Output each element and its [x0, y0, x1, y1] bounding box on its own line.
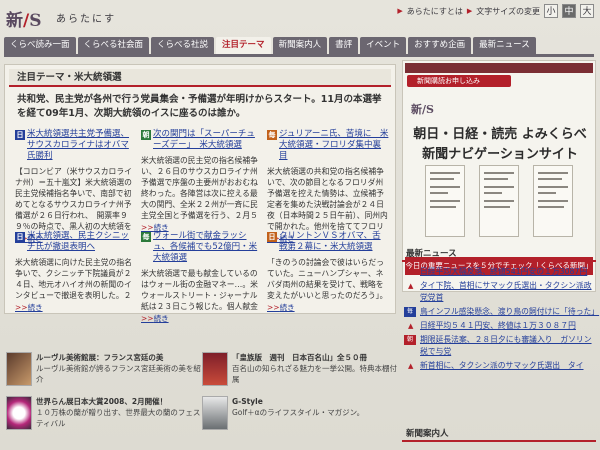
newspaper-source-icon: 毎 [404, 307, 416, 317]
article-title-link[interactable]: 日 米大統領選、民主クシニッチ氏が撤退表明へ [15, 231, 137, 253]
main-column: 注目テーマ・米大統領選 共和党、民主党が各州で行う党員集会・予備選が年明けからス… [4, 60, 397, 450]
article-title-link[interactable]: 毎 ジュリアーニ氏、苦境に 米大統領選・フロリダ集中裏目 [267, 129, 389, 162]
article-title-link[interactable]: 日 クリントンＶＳオバマ、舌戦第２幕に・米大統領選 [267, 231, 389, 253]
tab-editorials[interactable]: くらべる社説 [151, 37, 215, 54]
article-summary: 米大統領選で最も献金しているのはウォール街の金融マネー…。米ウォールストリート・… [141, 269, 258, 311]
tab-recommended[interactable]: おすすめ企画 [408, 37, 472, 54]
bullet-arrow-icon: ▲ [408, 282, 414, 290]
read-more-link[interactable]: >>続き [267, 302, 389, 313]
news-item[interactable]: ▲ タイ下院、首相にサマック氏選出・タクシン派政党党首 [402, 280, 596, 304]
arrow-icon: ▶ [397, 7, 403, 15]
browser-screen: 新/S あらたにす ▶ あらたにすとは ▶ 文字サイズの変更 小 中 大 くらべ… [0, 0, 600, 450]
article-card: 日 クリントンＶＳオバマ、舌戦第２幕に・米大統領選 「きのうの討論会で彼はいらだ… [267, 231, 389, 313]
news-item[interactable]: 朝 期限延長法案、２８日夕にも審議入り ガソリン税で与党 [402, 334, 596, 358]
featured-theme-panel: 注目テーマ・米大統領選 共和党、民主党が各州で行う党員集会・予備選が年明けからス… [4, 64, 396, 323]
article-summary: 「きのうの討論会で彼はいらだっていた。ニューハンプシャー、ネバダ両州の結果を受け… [267, 258, 388, 300]
ad-headline: 朝日・日経・読売 よみくらべ [413, 127, 587, 142]
newspaper-source-icon: 毎 [267, 130, 277, 140]
tab-front-page[interactable]: くらべ読み一面 [4, 37, 76, 54]
article-title-link[interactable]: 日 米大統領選共主党予備選、サウスカロライナはオバマ氏勝利 [15, 129, 137, 162]
newspaper-source-icon: 日 [267, 232, 277, 242]
article-title-link[interactable]: 朝 次の関門は「スーパーチューズデー」 米大統領選 [141, 129, 263, 151]
article-card: 日 米大統領選共主党予備選、サウスカロライナはオバマ氏勝利 【コロンビア（米サウ… [15, 129, 137, 244]
site-header: 新/S あらたにす ▶ あらたにすとは ▶ 文字サイズの変更 小 中 大 [0, 0, 600, 36]
painting-thumbnail [6, 352, 32, 386]
ad-top-stripe [405, 63, 593, 73]
latest-news-heading: 最新ニュース [402, 248, 596, 262]
promo-item[interactable]: 「皇族版 週刊 日本百名山」全５０冊 百名山の知られざる魅力を一挙公開。特典本棚… [202, 352, 397, 392]
book-thumbnail [202, 352, 228, 386]
ad-subheadline: 新聞ナビゲーションサイト [422, 147, 578, 162]
news-item[interactable]: ▲ 日経平均大幅反落、終値541円安の１万3087円 [402, 266, 596, 278]
newspaper-source-icon: 日 [15, 130, 25, 140]
article-title-link[interactable]: 毎 ウォール街で献金ラッシュ、各候補でも52億円・米大統領選 [141, 231, 263, 264]
article-card: 毎 ウォール街で献金ラッシュ、各候補でも52億円・米大統領選 米大統領選で最も献… [141, 231, 263, 324]
orchid-thumbnail [6, 396, 32, 430]
newspaper-source-icon: 朝 [141, 130, 151, 140]
read-more-link[interactable]: >>続き [15, 302, 137, 313]
bullet-arrow-icon: ▲ [408, 362, 414, 370]
main-nav: くらべ読み一面 くらべる社会面 くらべる社説 注目テーマ 新聞案内人 書評 イベ… [4, 37, 594, 54]
tab-newspaper-guide[interactable]: 新聞案内人 [272, 37, 328, 54]
promo-item[interactable]: ルーヴル美術館展：フランス宮廷の美 ルーヴル美術館が誇るフランス宮廷美術の美を紹… [6, 352, 201, 392]
about-link[interactable]: あらたにすとは [407, 6, 463, 17]
font-size-medium-button[interactable]: 中 [562, 4, 576, 18]
font-size-label: 文字サイズの変更 [476, 6, 540, 16]
newspaper-source-icon: 毎 [141, 232, 151, 242]
font-size-small-button[interactable]: 小 [544, 4, 558, 18]
arrow-icon: ▶ [466, 7, 473, 15]
newspaper-guide-heading: 新聞案内人 [402, 428, 596, 442]
news-item[interactable]: 毎 鳥インフル感染懸念、渡り鳥の飼付けに「待った」 [402, 306, 599, 318]
tab-society[interactable]: くらべる社会面 [77, 37, 150, 54]
sidebar: 新聞購読お申し込み 新/S 朝日・日経・読売 よみくらべ 新聞ナビゲーションサイ… [402, 60, 599, 450]
bullet-arrow-icon: ▲ [408, 322, 414, 330]
subscribe-button[interactable]: 新聞購読お申し込み [407, 75, 511, 87]
latest-news-list: ▲ 日経平均大幅反落、終値541円安の１万3087円 ▲ タイ下院、首相にサマッ… [402, 266, 599, 374]
promo-item[interactable]: G-Style Golf＋αのライフスタイル・マガジン。 [202, 396, 397, 436]
ad-logo: 新/S [411, 103, 434, 116]
promo-item[interactable]: 世界らん展日本大賞2008、2月開催！ １０万株の蘭が贈り出す、世界最大の蘭のフ… [6, 396, 201, 436]
news-item[interactable]: ▲ 日経平均５４１円安、終値は１万３０８７円 [402, 320, 596, 332]
utility-links: ▶ あらたにすとは ▶ 文字サイズの変更 小 中 大 [397, 4, 594, 18]
article-card: 日 米大統領選、民主クシニッチ氏が撤退表明へ 米大統領選に向けた民主党の指名争い… [15, 231, 137, 313]
featured-lead-text: 共和党、民主党が各州で行う党員集会・予備選が年明けからスタート。11月の本選挙を… [17, 94, 382, 119]
tab-events[interactable]: イベント [360, 37, 407, 54]
tab-latest-news[interactable]: 最新ニュース [473, 37, 536, 54]
tab-featured-theme[interactable]: 注目テーマ [216, 37, 271, 54]
newspaper-source-icon: 朝 [404, 335, 416, 345]
read-more-link[interactable]: >>続き [141, 313, 263, 324]
newspaper-icon [533, 165, 573, 237]
tab-book-reviews[interactable]: 書評 [329, 37, 359, 54]
article-summary: 【コロンビア（米サウスカロライナ州）＝五十嵐文】米大統領選の民主党候補指名争いで… [15, 167, 132, 231]
site-logo[interactable]: 新/S [6, 6, 44, 32]
article-summary: 米大統領選の民主党の指名候補争い、２６日のサウスカロライナ州予備選で序盤の主要州… [141, 156, 258, 220]
newspaper-source-icon: 日 [15, 232, 25, 242]
newspaper-icon [479, 165, 519, 237]
featured-theme-heading: 注目テーマ・米大統領選 [9, 69, 391, 87]
font-size-large-button[interactable]: 大 [580, 4, 594, 18]
article-card: 朝 次の関門は「スーパーチューズデー」 米大統領選 米大統領選の民主党の指名候補… [141, 129, 263, 233]
bullet-arrow-icon: ▲ [408, 268, 414, 276]
site-tagline: あらたにす [56, 14, 117, 25]
article-summary: 米大統領選に向けた民主党の指名争いで、クシニッチ下院議員が２４日、地元オハイオ州… [15, 258, 132, 300]
magazine-thumbnail [202, 396, 228, 430]
article-card: 毎 ジュリアーニ氏、苦境に 米大統領選・フロリダ集中裏目 米大統領選の共和党の指… [267, 129, 389, 244]
article-summary: 米大統領選の共和党の指名候補争いで、次の節目となるフロリダ州予備選を控えた情勢は… [267, 167, 388, 231]
nav-underline [4, 54, 594, 57]
news-item[interactable]: ▲ 新首相に、タクシン派のサマック氏選出 タイ [402, 360, 596, 372]
newspaper-icon [425, 165, 465, 237]
